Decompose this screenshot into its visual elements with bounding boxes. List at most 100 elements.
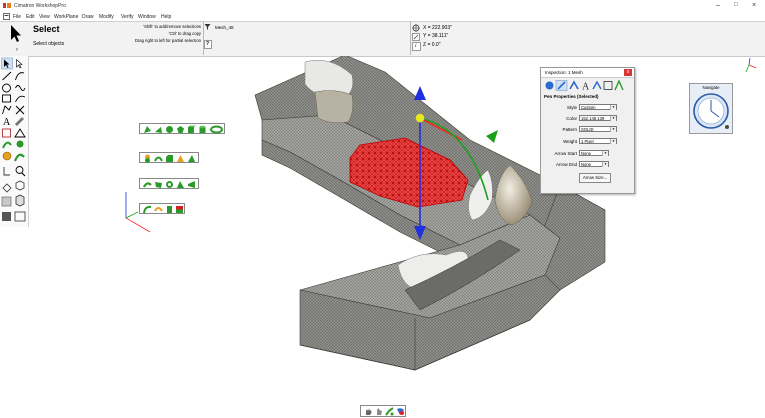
weight-label: Weight: [563, 139, 577, 144]
inspection-tabs: A: [545, 80, 624, 91]
menu-edit[interactable]: Edit: [26, 14, 35, 20]
pattern-value: SOLID: [581, 127, 594, 132]
gizmo-y-arrow[interactable]: [486, 130, 498, 143]
coord-y: Y = 38.111": [423, 33, 449, 39]
style-value: Custom: [581, 105, 596, 110]
minimize-icon[interactable]: –: [716, 2, 720, 9]
pattern-dropdown[interactable]: SOLID ▼: [579, 126, 617, 132]
revolve-icon[interactable]: [154, 125, 163, 134]
draft-icon[interactable]: [187, 154, 196, 163]
tab-dimension-icon: [592, 80, 602, 90]
cylinder-icon[interactable]: [198, 125, 207, 134]
surface-extend-icon[interactable]: [187, 180, 196, 189]
color-dropdown[interactable]: 152,148,139 ▼: [579, 115, 617, 121]
navigate-panel[interactable]: Navigate: [689, 83, 733, 134]
weight-dropdown[interactable]: 1 Pixel ▼: [579, 138, 617, 144]
info-button-label: i: [415, 43, 417, 49]
help-button-label: ?: [206, 41, 210, 47]
circle-tool-icon: [2, 83, 11, 93]
coord-z: Z = 0.0": [423, 42, 441, 48]
mesh-color-icon[interactable]: [175, 205, 184, 214]
select-arrow-icon: [11, 25, 21, 42]
inspection-titlebar[interactable]: Inspection: 1 Mesh x: [541, 68, 634, 78]
viewport-3d[interactable]: [28, 56, 765, 418]
dimension-icon[interactable]: [412, 33, 420, 41]
trim-tool-icon: [2, 128, 11, 138]
hint-line-1: 'Shift' to add/remove selections: [143, 24, 201, 29]
arrow-size-button[interactable]: Arrow Size...: [579, 173, 611, 183]
title-bar: Cimatron WorkshopPro – □ ×: [0, 0, 765, 12]
menu-view[interactable]: View: [39, 14, 50, 20]
sphere-icon[interactable]: [165, 125, 174, 134]
menu-workplane[interactable]: WorkPlane: [54, 14, 78, 20]
menu-modify[interactable]: Modify: [99, 14, 114, 20]
polygon-solid-icon[interactable]: [176, 125, 185, 134]
arrow-end-dropdown[interactable]: None ▼: [579, 161, 609, 167]
surface-patch-icon[interactable]: [143, 180, 152, 189]
world-axis-y: [745, 64, 750, 73]
inspection-close-button[interactable]: x: [624, 69, 632, 76]
chamfer-icon[interactable]: [165, 154, 174, 163]
menu-window[interactable]: Window: [138, 14, 156, 20]
menu-help[interactable]: Help: [161, 14, 171, 20]
menu-draw[interactable]: Draw: [82, 14, 94, 20]
pillow-back-grey[interactable]: [314, 90, 354, 124]
close-window-icon[interactable]: ×: [752, 2, 756, 9]
extrude-icon[interactable]: [143, 125, 152, 134]
style-dropdown[interactable]: Custom ▼: [579, 104, 617, 110]
bezier-tool-icon: [15, 95, 26, 103]
cursor-hand-icon[interactable]: [374, 407, 383, 416]
shell-icon[interactable]: [154, 154, 163, 163]
surface-revolve-icon[interactable]: [176, 180, 185, 189]
help-button[interactable]: ?: [204, 40, 212, 49]
navigate-dial-icon[interactable]: [692, 92, 730, 130]
torus-icon[interactable]: [210, 125, 223, 134]
orbit-icon[interactable]: [385, 407, 394, 416]
arrow-start-value: None: [581, 151, 592, 156]
floating-toolbar-solids: [139, 123, 225, 134]
bottom-toolbar: [360, 405, 406, 417]
document-menu-icon[interactable]: [3, 13, 10, 20]
axis-triad-y: [125, 211, 139, 219]
chevron-down-icon: ▼: [610, 116, 616, 121]
style-label: Style: [566, 105, 577, 110]
cube-view-icon: [15, 180, 25, 191]
boolean-icon[interactable]: [176, 154, 185, 163]
arrow-end-value: None: [581, 162, 592, 167]
menu-file[interactable]: File: [13, 14, 21, 20]
floating-toolbar-modify: [139, 152, 199, 163]
color-label: Color: [566, 116, 577, 121]
command-name: Select: [33, 24, 60, 34]
command-subtitle: Select objects: [33, 41, 65, 47]
weight-value: 1 Pixel: [581, 139, 594, 144]
chevron-down-icon: ▼: [610, 127, 616, 132]
gizmo-center[interactable]: [415, 113, 425, 123]
surface-loft-icon[interactable]: [154, 180, 163, 189]
arrow-end-label: Arrow End: [555, 162, 577, 167]
command-bar: [0, 21, 765, 57]
zoom-tool-icon: [15, 166, 24, 174]
blend-icon[interactable]: [143, 154, 152, 163]
inspection-section-title: Pen Properties (Selected): [544, 94, 599, 99]
mesh-split-icon[interactable]: [165, 205, 174, 214]
mesh-smooth-icon[interactable]: [154, 205, 163, 214]
box-icon[interactable]: [187, 125, 196, 134]
crosshair-icon[interactable]: [412, 24, 420, 32]
pan-hand-icon[interactable]: [364, 407, 373, 416]
arrow-start-dropdown[interactable]: None ▼: [579, 150, 609, 156]
render-tool-icon: [1, 196, 12, 207]
gizmo-z-arrow-top[interactable]: [414, 86, 426, 100]
maximize-icon[interactable]: □: [734, 2, 738, 9]
info-button[interactable]: i: [412, 42, 421, 51]
filter-icon[interactable]: [204, 23, 211, 30]
line-tool-icon: [2, 71, 12, 81]
edit-vertex-tool-icon: [16, 58, 23, 69]
floating-toolbar-mesh: [139, 203, 185, 214]
pattern-label: Pattern: [562, 127, 577, 132]
surface-sweep-icon[interactable]: [165, 180, 174, 189]
menu-verify[interactable]: Verify: [121, 14, 134, 20]
mesh-curve-icon[interactable]: [143, 205, 152, 214]
inspection-panel[interactable]: Inspection: 1 Mesh x A Pen Properties (S…: [540, 67, 635, 194]
render-preview-icon[interactable]: [396, 407, 405, 416]
curve-tool-icon: [15, 85, 26, 91]
